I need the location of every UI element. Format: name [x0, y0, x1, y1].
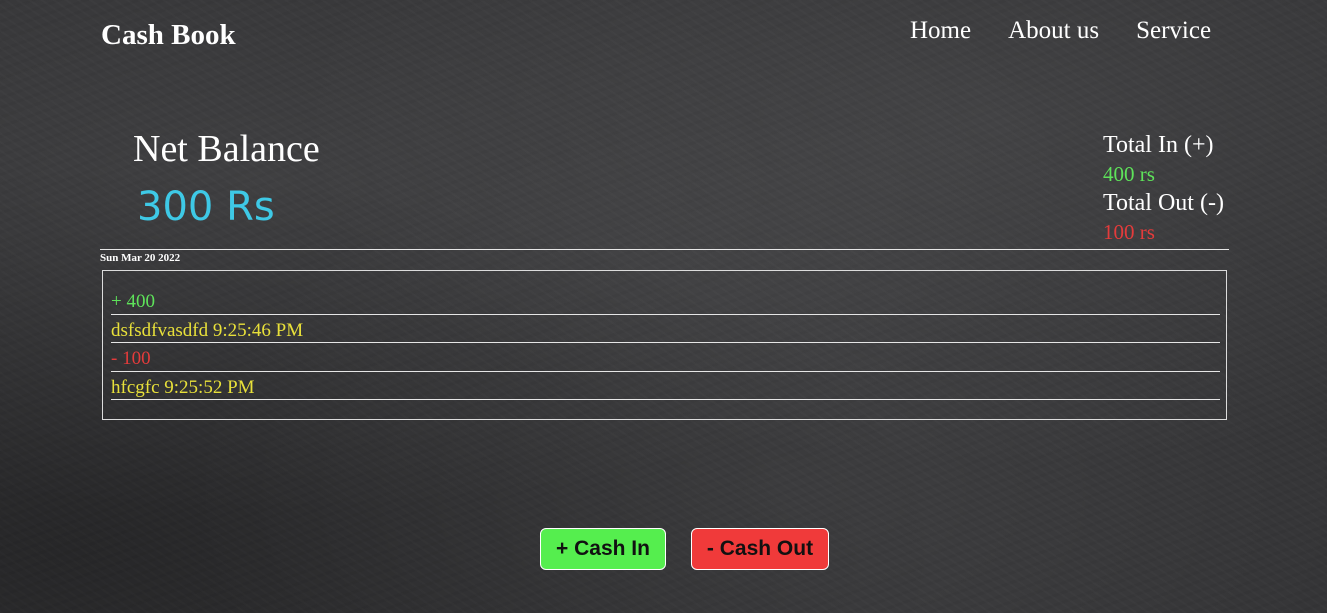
total-in-value: 400 rs [1103, 162, 1155, 186]
total-out-value: 100 rs [1103, 220, 1155, 244]
nav-service[interactable]: Service [1136, 15, 1211, 47]
totals-panel: Total In (+) 400 rs Total Out (-) 100 rs [1103, 130, 1224, 246]
ledger-date: Sun Mar 20 2022 [100, 252, 181, 264]
divider [100, 249, 1229, 250]
total-out-label: Total Out (-) [1103, 190, 1224, 216]
net-balance-value: 300 Rs [137, 184, 275, 230]
cash-in-button[interactable]: + Cash In [540, 528, 666, 570]
nav-home[interactable]: Home [910, 15, 971, 47]
nav-about-us[interactable]: About us [1008, 15, 1099, 47]
entry-note: hfcgfc 9:25:52 PM [111, 372, 1220, 400]
net-balance-label: Net Balance [133, 128, 320, 170]
entry-amount: - 100 [111, 343, 1220, 372]
app-title: Cash Book [101, 19, 236, 51]
entry-amount: + 400 [111, 286, 1220, 315]
total-in-label: Total In (+) [1103, 132, 1214, 158]
cash-out-button[interactable]: - Cash Out [691, 528, 829, 570]
main-nav: Home About us Service [910, 15, 1248, 47]
entry-note: dsfsdfvasdfd 9:25:46 PM [111, 315, 1220, 343]
ledger-list: + 400 dsfsdfvasdfd 9:25:46 PM - 100 hfcg… [102, 270, 1227, 420]
